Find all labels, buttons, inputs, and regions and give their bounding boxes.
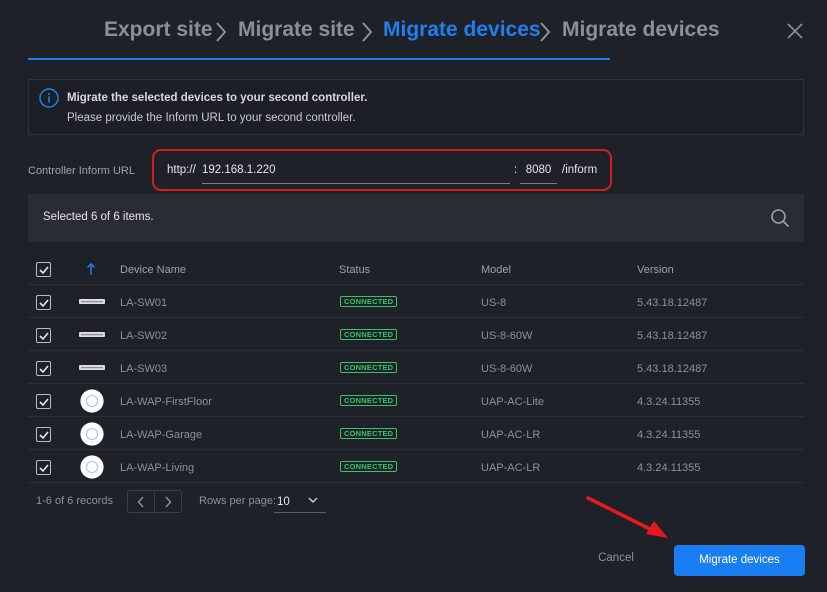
device-model: US-8-60W <box>481 330 533 342</box>
device-version: 5.43.18.12487 <box>637 297 708 309</box>
row-checkbox[interactable] <box>36 295 51 310</box>
inform-host-input[interactable]: 192.168.1.220 <box>202 160 510 184</box>
device-version: 5.43.18.12487 <box>637 363 708 375</box>
status-badge: CONNECTED <box>340 395 398 406</box>
info-description: Please provide the Inform URL to your se… <box>67 112 356 124</box>
table-row[interactable]: LA-SW03 CONNECTED US-8-60W 5.43.18.12487 <box>28 351 804 384</box>
device-version: 4.3.24.11355 <box>637 396 701 408</box>
search-icon[interactable] <box>770 208 790 228</box>
chevron-down-icon <box>308 497 318 504</box>
rows-per-page-label: Rows per page: <box>199 495 277 507</box>
migrate-devices-button[interactable]: Migrate devices <box>674 545 805 576</box>
device-model: UAP-AC-LR <box>481 429 541 441</box>
switch-device-icon <box>79 365 105 370</box>
status-badge: CONNECTED <box>340 362 398 373</box>
device-model: UAP-AC-Lite <box>481 396 544 408</box>
url-port-separator: : <box>514 164 518 176</box>
column-model[interactable]: Model <box>481 264 511 276</box>
records-count: 1-6 of 6 records <box>36 495 114 507</box>
chevron-left-icon <box>137 496 144 508</box>
table-row[interactable]: LA-WAP-FirstFloor CONNECTED UAP-AC-Lite 4.3… <box>28 384 804 417</box>
status-badge: CONNECTED <box>340 461 398 472</box>
device-version: 4.3.24.11355 <box>637 462 701 474</box>
step-migrate-devices-active[interactable]: Migrate devices <box>383 18 541 42</box>
device-model: UAP-AC-LR <box>481 462 541 474</box>
chevron-right-icon <box>540 22 551 42</box>
inform-url-label: Controller Inform URL <box>28 165 135 177</box>
info-title: Migrate the selected devices to your sec… <box>67 92 368 104</box>
device-version: 5.43.18.12487 <box>637 330 708 342</box>
access-point-icon <box>80 422 104 446</box>
table-row[interactable]: LA-SW02 CONNECTED US-8-60W 5.43.18.12487 <box>28 318 804 351</box>
device-name: LA-SW03 <box>120 363 168 375</box>
selection-bar: Selected 6 of 6 items. <box>28 194 804 242</box>
rows-per-page-select[interactable]: 10 <box>274 489 326 513</box>
access-point-icon <box>80 389 104 413</box>
column-version[interactable]: Version <box>637 264 674 276</box>
status-badge: CONNECTED <box>340 296 398 307</box>
row-checkbox[interactable] <box>36 394 51 409</box>
device-name: LA-WAP-Living <box>120 462 195 474</box>
inform-port-input[interactable]: 8080 <box>520 160 557 184</box>
chevron-right-icon <box>165 496 172 508</box>
column-device-name[interactable]: Device Name <box>120 264 186 276</box>
url-path: /inform <box>562 164 598 176</box>
access-point-icon <box>80 455 104 479</box>
row-checkbox[interactable] <box>36 328 51 343</box>
url-protocol: http:// <box>167 164 196 176</box>
prev-page-button[interactable] <box>128 491 154 512</box>
info-icon <box>39 88 59 108</box>
next-page-button[interactable] <box>155 491 181 512</box>
device-name: LA-SW02 <box>120 330 168 342</box>
close-icon[interactable] <box>786 22 804 40</box>
chevron-right-icon <box>216 22 227 42</box>
info-banner: Migrate the selected devices to your sec… <box>28 79 804 135</box>
device-name: LA-WAP-FirstFloor <box>120 396 212 408</box>
selection-count: Selected 6 of 6 items. <box>43 211 154 223</box>
red-arrow-annotation <box>586 496 668 538</box>
device-model: US-8 <box>481 297 507 309</box>
chevron-right-icon <box>362 22 373 42</box>
device-name: LA-SW01 <box>120 297 168 309</box>
cancel-button[interactable]: Cancel <box>586 552 646 570</box>
rows-per-page-value: 10 <box>277 496 290 508</box>
step-migrate-devices[interactable]: Migrate devices <box>562 18 720 42</box>
status-badge: CONNECTED <box>340 329 398 340</box>
table-row[interactable]: LA-WAP-Living CONNECTED UAP-AC-LR 4.3.24.11… <box>28 450 804 483</box>
device-name: LA-WAP-Garage <box>120 429 203 441</box>
status-badge: CONNECTED <box>340 428 398 439</box>
column-status[interactable]: Status <box>339 264 370 276</box>
table-row[interactable]: LA-WAP-Garage CONNECTED UAP-AC-LR 4.3.24.11… <box>28 417 804 450</box>
pagination <box>127 490 182 513</box>
device-model: US-8-60W <box>481 363 533 375</box>
step-migrate-site[interactable]: Migrate site <box>238 18 355 42</box>
switch-device-icon <box>79 299 105 304</box>
device-version: 4.3.24.11355 <box>637 429 701 441</box>
devices-table: Device Name Status Model Version LA-SW01… <box>28 252 804 483</box>
row-checkbox[interactable] <box>36 361 51 376</box>
row-checkbox[interactable] <box>36 427 51 442</box>
migration-stepper: Export site Migrate site Migrate devices… <box>0 0 827 62</box>
row-checkbox[interactable] <box>36 460 51 475</box>
table-header: Device Name Status Model Version <box>28 252 804 285</box>
select-all-checkbox[interactable] <box>36 262 51 277</box>
active-step-underline <box>28 58 610 60</box>
sort-arrow-up-icon[interactable] <box>86 262 96 276</box>
step-export-site[interactable]: Export site <box>104 18 213 42</box>
table-row[interactable]: LA-SW01 CONNECTED US-8 5.43.18.12487 <box>28 285 804 318</box>
switch-device-icon <box>79 332 105 337</box>
